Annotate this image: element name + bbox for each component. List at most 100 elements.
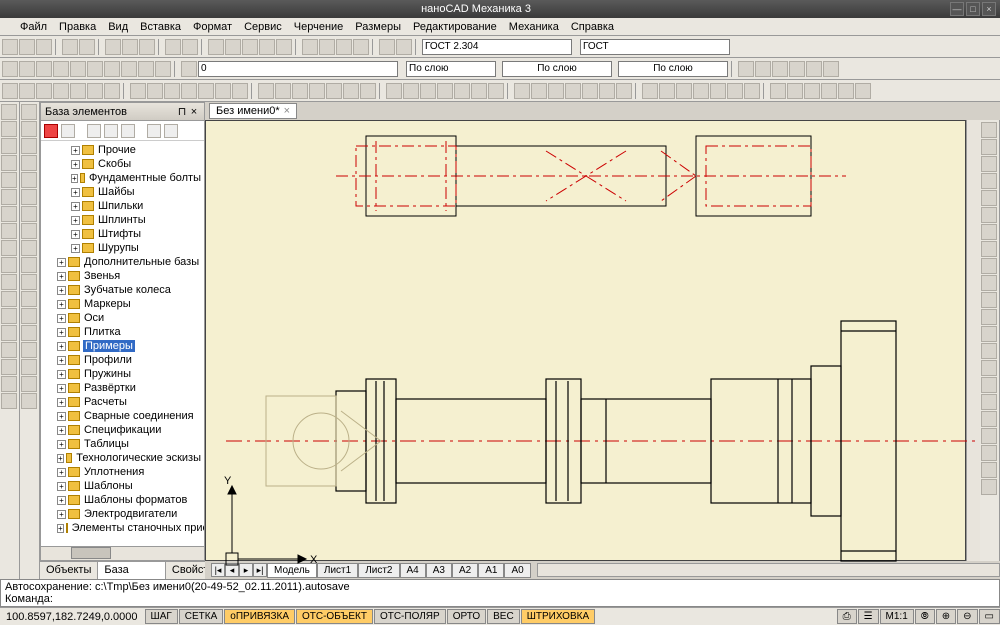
expand-icon[interactable]: + xyxy=(57,258,66,267)
vt2-btn-11[interactable] xyxy=(21,291,37,307)
tree-item[interactable]: +Сварные соединения xyxy=(43,409,202,423)
vt2-btn-2[interactable] xyxy=(21,138,37,154)
tool2-f[interactable] xyxy=(87,61,103,77)
tree-item[interactable]: +Дополнительные базы xyxy=(43,255,202,269)
tool3-12[interactable] xyxy=(215,83,231,99)
tree-item[interactable]: +Спецификации xyxy=(43,423,202,437)
tool3-45[interactable] xyxy=(821,83,837,99)
tool-copy[interactable] xyxy=(122,39,138,55)
expand-icon[interactable]: + xyxy=(57,524,64,533)
vt2-btn-15[interactable] xyxy=(21,359,37,375)
expand-icon[interactable]: + xyxy=(57,370,66,379)
vt2-btn-13[interactable] xyxy=(21,325,37,341)
linetype-input[interactable] xyxy=(502,61,612,77)
tool3-34[interactable] xyxy=(616,83,632,99)
vt1-btn-14[interactable] xyxy=(1,342,17,358)
panel-hscroll[interactable] xyxy=(41,546,204,560)
expand-icon[interactable]: + xyxy=(57,356,66,365)
tool3-0[interactable] xyxy=(2,83,18,99)
document-tab[interactable]: Без имени0* × xyxy=(209,103,297,119)
panel-tab[interactable]: База элементов xyxy=(98,562,166,579)
tool3-1[interactable] xyxy=(19,83,35,99)
tool2-g[interactable] xyxy=(104,61,120,77)
panel-c-icon[interactable] xyxy=(121,124,135,138)
tool3-21[interactable] xyxy=(386,83,402,99)
tree-item[interactable]: +Звенья xyxy=(43,269,202,283)
tool-k[interactable] xyxy=(396,39,412,55)
menu-Вставка[interactable]: Вставка xyxy=(140,21,181,33)
vt1-btn-0[interactable] xyxy=(1,104,17,120)
tool2-w[interactable] xyxy=(789,61,805,77)
tool3-44[interactable] xyxy=(804,83,820,99)
tree-item[interactable]: +Штифты xyxy=(43,227,202,241)
tool2-a[interactable] xyxy=(2,61,18,77)
vt1-btn-8[interactable] xyxy=(1,240,17,256)
tool3-47[interactable] xyxy=(855,83,871,99)
vt2-btn-1[interactable] xyxy=(21,121,37,137)
vt2-btn-4[interactable] xyxy=(21,172,37,188)
tree-item[interactable]: +Шурупы xyxy=(43,241,202,255)
tree-item[interactable]: +Шаблоны форматов xyxy=(43,493,202,507)
tool-b[interactable] xyxy=(225,39,241,55)
tool3-29[interactable] xyxy=(531,83,547,99)
status-icon-c[interactable]: ⦾ xyxy=(915,609,935,624)
menu-Механика[interactable]: Механика xyxy=(509,21,559,33)
status-toggle-СЕТКА[interactable]: СЕТКА xyxy=(179,609,224,624)
tool2-z[interactable] xyxy=(772,61,788,77)
tool3-28[interactable] xyxy=(514,83,530,99)
expand-icon[interactable]: + xyxy=(57,510,66,519)
panel-a-icon[interactable] xyxy=(87,124,101,138)
tool-d[interactable] xyxy=(259,39,275,55)
tree-item[interactable]: +Шаблоны xyxy=(43,479,202,493)
menu-Вид[interactable]: Вид xyxy=(108,21,128,33)
expand-icon[interactable]: + xyxy=(57,454,64,463)
status-toggle-ВЕС[interactable]: ВЕС xyxy=(487,609,520,624)
command-line[interactable]: Автосохранение: c:\Tmp\Без имени0(20-49-… xyxy=(0,579,1000,607)
vt2-btn-17[interactable] xyxy=(21,393,37,409)
tree-item[interactable]: +Таблицы xyxy=(43,437,202,451)
layer-ic[interactable] xyxy=(181,61,197,77)
tool3-16[interactable] xyxy=(292,83,308,99)
vt2-btn-3[interactable] xyxy=(21,155,37,171)
expand-icon[interactable]: + xyxy=(71,244,80,253)
vt1-btn-5[interactable] xyxy=(1,189,17,205)
color-input[interactable] xyxy=(406,61,496,77)
expand-icon[interactable]: + xyxy=(57,412,66,421)
tree-item[interactable]: +Расчеты xyxy=(43,395,202,409)
tool2-h[interactable] xyxy=(121,61,137,77)
vt2-btn-8[interactable] xyxy=(21,240,37,256)
menu-Файл[interactable]: Файл xyxy=(20,21,47,33)
tool3-41[interactable] xyxy=(744,83,760,99)
tree-item[interactable]: +Пружины xyxy=(43,367,202,381)
tool-h[interactable] xyxy=(336,39,352,55)
vt1-btn-9[interactable] xyxy=(1,257,17,273)
expand-icon[interactable]: + xyxy=(71,146,80,155)
panel-d-icon[interactable] xyxy=(147,124,161,138)
vt2-btn-7[interactable] xyxy=(21,223,37,239)
menu-Сервис[interactable]: Сервис xyxy=(244,21,282,33)
tree-item[interactable]: +Развёртки xyxy=(43,381,202,395)
tool3-4[interactable] xyxy=(70,83,86,99)
tree-item[interactable]: +Скобы xyxy=(43,157,202,171)
tool-e[interactable] xyxy=(276,39,292,55)
tool2-v[interactable] xyxy=(806,61,822,77)
tool3-33[interactable] xyxy=(599,83,615,99)
tree-item[interactable]: +Фундаментные болты xyxy=(43,171,202,185)
tool3-25[interactable] xyxy=(454,83,470,99)
status-toggle-ШАГ[interactable]: ШАГ xyxy=(145,609,178,624)
expand-icon[interactable]: + xyxy=(71,160,80,169)
tool3-27[interactable] xyxy=(488,83,504,99)
panel-new-icon[interactable] xyxy=(61,124,75,138)
tool3-32[interactable] xyxy=(582,83,598,99)
vt1-btn-12[interactable] xyxy=(1,308,17,324)
tool3-15[interactable] xyxy=(275,83,291,99)
vt2-btn-0[interactable] xyxy=(21,104,37,120)
tool-cut[interactable] xyxy=(105,39,121,55)
tool2-x[interactable] xyxy=(738,61,754,77)
menu-Формат[interactable]: Формат xyxy=(193,21,232,33)
tree-item[interactable]: +Плитка xyxy=(43,325,202,339)
tree-item[interactable]: +Шплинты xyxy=(43,213,202,227)
panel-b-icon[interactable] xyxy=(104,124,118,138)
expand-icon[interactable]: + xyxy=(57,496,66,505)
status-toggle-ШТРИХОВКА[interactable]: ШТРИХОВКА xyxy=(521,609,595,624)
